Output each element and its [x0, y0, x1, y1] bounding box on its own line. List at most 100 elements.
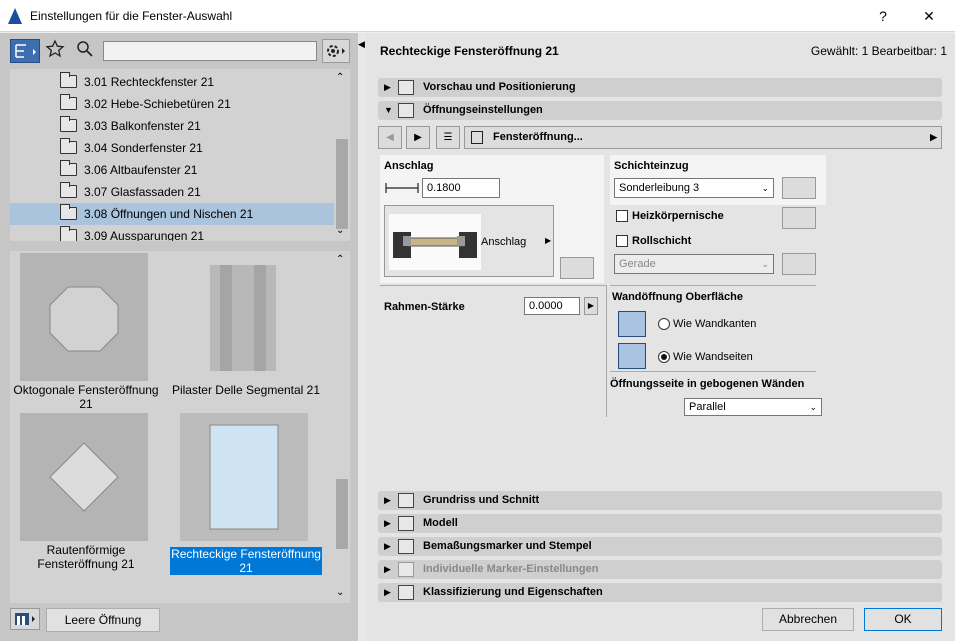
wandkanten-radio[interactable]	[658, 318, 670, 330]
library-settings-button[interactable]	[322, 39, 350, 63]
schichteinzug-title: Schichteinzug	[614, 160, 689, 172]
scroll-up-icon[interactable]: ⌃	[336, 254, 344, 265]
panel-splitter[interactable]: ◀	[358, 33, 366, 641]
expand-icon: ▶	[384, 82, 391, 92]
divider	[610, 285, 816, 286]
folder-icon	[60, 182, 77, 198]
thumbnail-caption: Pilaster Delle Segmental 21	[171, 383, 321, 397]
expand-icon: ▶	[384, 518, 391, 528]
section-bottom[interactable]: ▶ Modell	[378, 514, 942, 533]
wandkanten-label: Wie Wandkanten	[673, 318, 757, 330]
tree-item[interactable]: 3.08 Öffnungen und Nischen 21	[10, 203, 334, 225]
cancel-button[interactable]: Abbrechen	[762, 608, 854, 631]
page-label: Fensteröffnung...	[493, 131, 583, 143]
scroll-down-icon[interactable]: ⌄	[336, 587, 344, 598]
settings-panel: Rechteckige Fensteröffnung 21 Gewählt: 1…	[366, 33, 955, 641]
thumbs-scrollbar[interactable]: ⌃ ⌄	[334, 251, 350, 603]
search-input[interactable]	[103, 41, 317, 61]
tree-item-label: 3.09 Aussparungen 21	[84, 229, 205, 241]
library-toolbar	[0, 33, 358, 67]
expand-icon: ▶	[384, 495, 391, 505]
tree-item[interactable]: 3.02 Hebe-Schiebetüren 21	[10, 93, 334, 115]
tree-item-label: 3.03 Balkonfenster 21	[84, 119, 201, 133]
chevron-down-icon: ⌄	[809, 402, 817, 412]
object-thumbnails: Oktogonale Fensteröffnung 21 Pilaster Del…	[10, 251, 334, 603]
scroll-up-icon[interactable]: ⌃	[336, 72, 344, 83]
help-button[interactable]: ?	[860, 0, 906, 32]
tree-item-label: 3.07 Glasfassaden 21	[84, 185, 201, 199]
folder-icon	[60, 138, 77, 154]
thumbnail-item[interactable]: Rautenförmige Fensteröffnung 21	[10, 411, 162, 571]
tree-item-label: 3.02 Hebe-Schiebetüren 21	[84, 97, 231, 111]
tree-item[interactable]: 3.04 Sonderfenster 21	[10, 137, 334, 159]
window-icon	[471, 131, 483, 144]
schichteinzug-select[interactable]: Sonderleibung 3 ⌄	[614, 178, 774, 198]
collapse-left-icon[interactable]: ◀	[358, 39, 365, 50]
rahmen-expand-button[interactable]: ▶	[584, 297, 598, 315]
section-label: Grundriss und Schnitt	[423, 494, 540, 506]
thumbnail-item[interactable]: Pilaster Delle Segmental 21	[170, 251, 322, 411]
folder-tree[interactable]: 3.01 Rechteckfenster 21 3.02 Hebe-Schiebe…	[10, 69, 334, 241]
rollschicht-select[interactable]: Gerade ⌄	[614, 254, 774, 274]
rollschicht-options-button[interactable]	[782, 253, 816, 275]
anschlag-preview-label: Anschlag	[481, 236, 527, 248]
rollschicht-checkbox[interactable]	[616, 235, 628, 247]
tree-scrollbar[interactable]: ⌃ ⌄	[334, 69, 350, 241]
anschlag-group: Anschlag 0.1800 Anschlag ▶	[380, 155, 604, 283]
section-label: Individuelle Marker-Einstellungen	[423, 563, 599, 575]
gebogen-select[interactable]: Parallel ⌄	[684, 398, 822, 416]
heizkoerper-options-button[interactable]	[782, 207, 816, 229]
tree-item-label: 3.04 Sonderfenster 21	[84, 141, 203, 155]
hierarchy-icon	[15, 44, 36, 58]
empty-opening-button[interactable]: Leere Öffnung	[46, 608, 160, 632]
close-button[interactable]: ✕	[906, 0, 952, 32]
page-tree-button[interactable]: ☰	[436, 126, 460, 149]
section-oeffnungseinstellungen[interactable]: ▼ Öffnungseinstellungen	[378, 101, 942, 120]
next-page-button[interactable]: ▶	[406, 126, 430, 149]
section-bottom[interactable]: ▶ Grundriss und Schnitt	[378, 491, 942, 510]
tree-item[interactable]: 3.03 Balkonfenster 21	[10, 115, 334, 137]
divider	[380, 285, 606, 286]
heizkoerpernische-label: Heizkörpernische	[632, 210, 724, 222]
wandseiten-label: Wie Wandseiten	[673, 351, 753, 363]
library-manager-button[interactable]	[10, 608, 40, 630]
rahmen-input[interactable]: 0.0000	[524, 297, 580, 315]
thumbnail-caption: Rechteckige Fensteröffnung 21	[170, 547, 322, 575]
anschlag-depth-input[interactable]: 0.1800	[422, 178, 500, 198]
app-icon	[8, 8, 22, 24]
ok-button[interactable]: OK	[864, 608, 942, 631]
anschlag-options-button[interactable]	[560, 257, 594, 279]
schichteinzug-options-button[interactable]	[782, 177, 816, 199]
schichteinzug-group: Schichteinzug Sonderleibung 3 ⌄	[610, 155, 826, 205]
section-vorschau[interactable]: ▶ Vorschau und Positionierung	[378, 78, 942, 97]
wandseiten-radio[interactable]	[658, 351, 670, 363]
thumbnail-item[interactable]: Rechteckige Fensteröffnung 21	[170, 411, 322, 575]
scroll-down-icon[interactable]: ⌄	[336, 225, 344, 236]
folder-icon	[60, 116, 77, 132]
expand-icon: ▶	[384, 541, 391, 551]
section-bottom[interactable]: ▶ Klassifizierung und Eigenschaften	[378, 583, 942, 602]
search-button[interactable]	[74, 39, 96, 63]
thumbnail-item[interactable]: Oktogonale Fensteröffnung 21	[10, 251, 162, 411]
expand-icon: ▶	[384, 587, 391, 597]
section-icon	[398, 562, 414, 577]
section-icon	[398, 493, 414, 508]
prev-page-button[interactable]: ◀	[378, 126, 402, 149]
anschlag-preview-button[interactable]: Anschlag ▶	[384, 205, 554, 277]
section-bottom[interactable]: ▶ Bemaßungsmarker und Stempel	[378, 537, 942, 556]
section-bottom[interactable]: ▶ Individuelle Marker-Einstellungen	[378, 560, 942, 579]
folder-view-button[interactable]	[10, 39, 40, 63]
library-browser: 3.01 Rechteckfenster 21 3.02 Hebe-Schiebe…	[0, 33, 358, 641]
tree-item[interactable]: 3.09 Aussparungen 21	[10, 225, 334, 241]
heizkoerpernische-checkbox[interactable]	[616, 210, 628, 222]
thumbs-scroll-thumb[interactable]	[336, 479, 348, 549]
tree-item[interactable]: 3.06 Altbaufenster 21	[10, 159, 334, 181]
section-label: Bemaßungsmarker und Stempel	[423, 540, 592, 552]
favorites-button[interactable]	[44, 39, 66, 63]
tree-item[interactable]: 3.07 Glasfassaden 21	[10, 181, 334, 203]
tree-scroll-thumb[interactable]	[336, 139, 348, 229]
tree-item[interactable]: 3.01 Rechteckfenster 21	[10, 71, 334, 93]
page-selector[interactable]: Fensteröffnung... ▶	[464, 126, 942, 149]
folder-icon	[60, 226, 77, 241]
gebogen-title: Öffnungsseite in gebogenen Wänden	[610, 378, 805, 390]
